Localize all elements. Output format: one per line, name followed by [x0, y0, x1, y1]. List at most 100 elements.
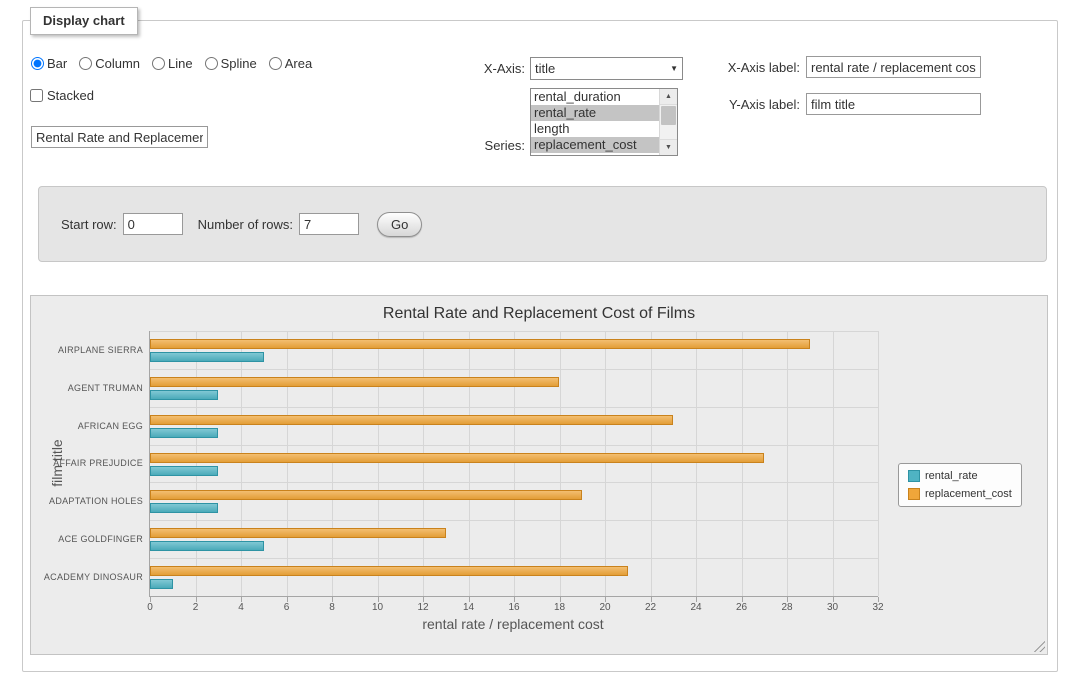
x-tick-label: 20 [599, 602, 610, 613]
replacement_cost-swatch [908, 488, 920, 500]
x-axis-label-text: X-Axis: [430, 61, 525, 76]
gridline [605, 331, 606, 596]
x-axis-title: rental rate / replacement cost [149, 616, 877, 632]
chart-type-radio-bar[interactable] [31, 57, 44, 70]
gridline [241, 331, 242, 596]
x-tick-label: 16 [508, 602, 519, 613]
x-axis-label-field: X-Axis label: [700, 56, 981, 78]
legend-item-replacement_cost[interactable]: replacement_cost [908, 488, 1012, 500]
y-axis-label-field: Y-Axis label: [700, 93, 981, 115]
chart-type-option-spline[interactable]: Spline [205, 56, 257, 71]
x-tick-label: 0 [147, 602, 153, 613]
number-of-rows-label: Number of rows: [198, 217, 293, 232]
x-tick-label: 2 [193, 602, 199, 613]
number-of-rows-input[interactable] [299, 213, 359, 235]
category-label: ACE GOLDFINGER [43, 520, 143, 558]
series-listbox[interactable]: rental_durationrental_ratelengthreplacem… [530, 88, 678, 156]
series-label-text: Series: [430, 138, 525, 153]
gridline [150, 520, 878, 521]
gridline [378, 331, 379, 596]
gridline [787, 331, 788, 596]
x-tick-label: 14 [463, 602, 474, 613]
x-axis-label-input[interactable] [806, 56, 981, 78]
chart-type-radio-line[interactable] [152, 57, 165, 70]
bar-replacement_cost [150, 453, 764, 463]
chart-title-input[interactable] [31, 126, 208, 148]
category-axis-labels: AIRPLANE SIERRAAGENT TRUMANAFRICAN EGGAF… [43, 331, 143, 596]
chart-type-radio-column[interactable] [79, 57, 92, 70]
bar-rental_rate [150, 352, 264, 362]
chart-container: Rental Rate and Replacement Cost of Film… [30, 295, 1048, 655]
series-option-rental_rate[interactable]: rental_rate [531, 105, 660, 121]
x-axis-field: X-Axis: title ▼ [430, 57, 683, 80]
resize-handle-icon[interactable] [1032, 639, 1045, 652]
gridline [196, 331, 197, 596]
y-axis-label-input[interactable] [806, 93, 981, 115]
chart-type-option-bar[interactable]: Bar [31, 56, 67, 71]
category-label: AFFAIR PREJUDICE [43, 445, 143, 483]
gridline [287, 331, 288, 596]
gridline [833, 331, 834, 596]
gridline [150, 369, 878, 370]
gridline [150, 482, 878, 483]
chart-type-option-line[interactable]: Line [152, 56, 193, 71]
chart-title: Rental Rate and Replacement Cost of Film… [31, 305, 1047, 323]
stacked-checkbox[interactable] [30, 89, 43, 102]
gridline [150, 558, 878, 559]
chart-legend: rental_rate replacement_cost [898, 463, 1022, 507]
series-scrollbar[interactable]: ▲ ▼ [659, 89, 677, 155]
gridline [469, 331, 470, 596]
x-tick-label: 18 [554, 602, 565, 613]
chart-type-label: Bar [47, 56, 67, 71]
series-option-rental_duration[interactable]: rental_duration [531, 89, 660, 105]
chart-type-label: Line [168, 56, 193, 71]
bar-replacement_cost [150, 490, 582, 500]
rental_rate-swatch [908, 470, 920, 482]
x-tick-label: 6 [284, 602, 290, 613]
chart-type-label: Spline [221, 56, 257, 71]
chart-type-radio-spline[interactable] [205, 57, 218, 70]
y-axis-label-caption: Y-Axis label: [700, 97, 800, 112]
bar-replacement_cost [150, 377, 559, 387]
category-label: AIRPLANE SIERRA [43, 331, 143, 369]
scroll-down-icon[interactable]: ▼ [660, 139, 677, 155]
gridline [150, 445, 878, 446]
category-label: ADAPTATION HOLES [43, 482, 143, 520]
chart-type-option-area[interactable]: Area [269, 56, 312, 71]
series-option-length[interactable]: length [531, 121, 660, 137]
bar-rental_rate [150, 541, 264, 551]
gridline [332, 331, 333, 596]
gridline [878, 331, 879, 596]
bar-rental_rate [150, 579, 173, 589]
bar-rental_rate [150, 466, 218, 476]
category-label: AFRICAN EGG [43, 407, 143, 445]
x-tick-label: 4 [238, 602, 244, 613]
scrollbar-thumb[interactable] [661, 106, 676, 125]
gridline [514, 331, 515, 596]
bar-replacement_cost [150, 415, 673, 425]
chart-type-option-column[interactable]: Column [79, 56, 140, 71]
series-option-replacement_cost[interactable]: replacement_cost [531, 137, 660, 153]
series-options: rental_durationrental_ratelengthreplacem… [531, 89, 660, 153]
legend-item-label: rental_rate [925, 470, 978, 482]
x-axis-label-caption: X-Axis label: [700, 60, 800, 75]
chart-type-label: Area [285, 56, 312, 71]
bar-replacement_cost [150, 339, 810, 349]
x-tick-label: 10 [372, 602, 383, 613]
chart-type-radio-area[interactable] [269, 57, 282, 70]
gridline [696, 331, 697, 596]
start-row-label: Start row: [61, 217, 117, 232]
legend-item-rental_rate[interactable]: rental_rate [908, 470, 1012, 482]
stacked-checkbox-row[interactable]: Stacked [30, 88, 94, 103]
gridline [423, 331, 424, 596]
chevron-down-icon: ▼ [670, 64, 678, 73]
scroll-up-icon[interactable]: ▲ [660, 89, 677, 105]
stacked-label: Stacked [47, 88, 94, 103]
go-button[interactable]: Go [377, 212, 422, 237]
x-tick-label: 24 [690, 602, 701, 613]
gridline [651, 331, 652, 596]
gridline [742, 331, 743, 596]
gridline [150, 331, 878, 332]
start-row-input[interactable] [123, 213, 183, 235]
x-axis-select[interactable]: title ▼ [530, 57, 683, 80]
